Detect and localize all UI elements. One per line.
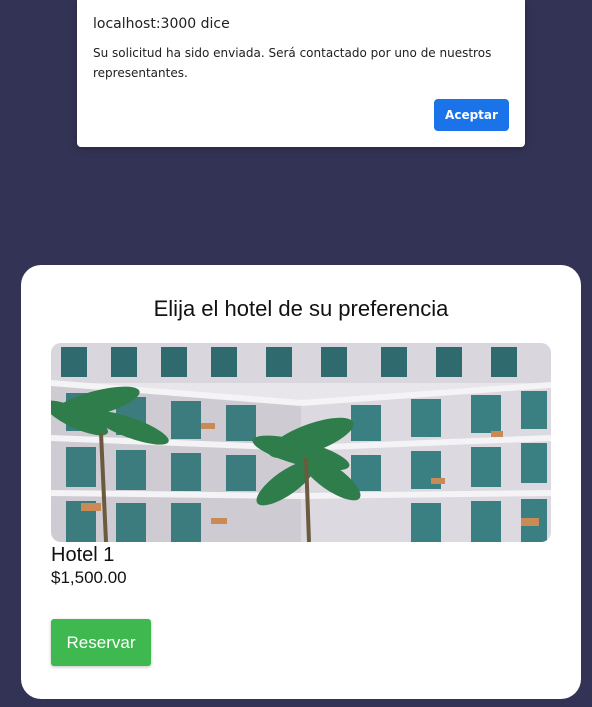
- dialog-ok-button[interactable]: Aceptar: [434, 99, 509, 131]
- dialog-message: Su solicitud ha sido enviada. Será conta…: [93, 46, 492, 80]
- dialog-title: localhost:3000 dice: [93, 16, 230, 32]
- hotel-name: Hotel 1: [51, 544, 115, 566]
- alert-dialog: localhost:3000 dice Su solicitud ha sido…: [77, 0, 525, 147]
- card-title: Elija el hotel de su preferencia: [153, 296, 449, 321]
- hotel-image: [51, 343, 551, 542]
- hotel-price: $1,500.00: [51, 568, 127, 587]
- hotel-card: Elija el hotel de su preferencia Hotel 1…: [21, 265, 581, 699]
- reserve-button[interactable]: Reservar: [51, 619, 151, 666]
